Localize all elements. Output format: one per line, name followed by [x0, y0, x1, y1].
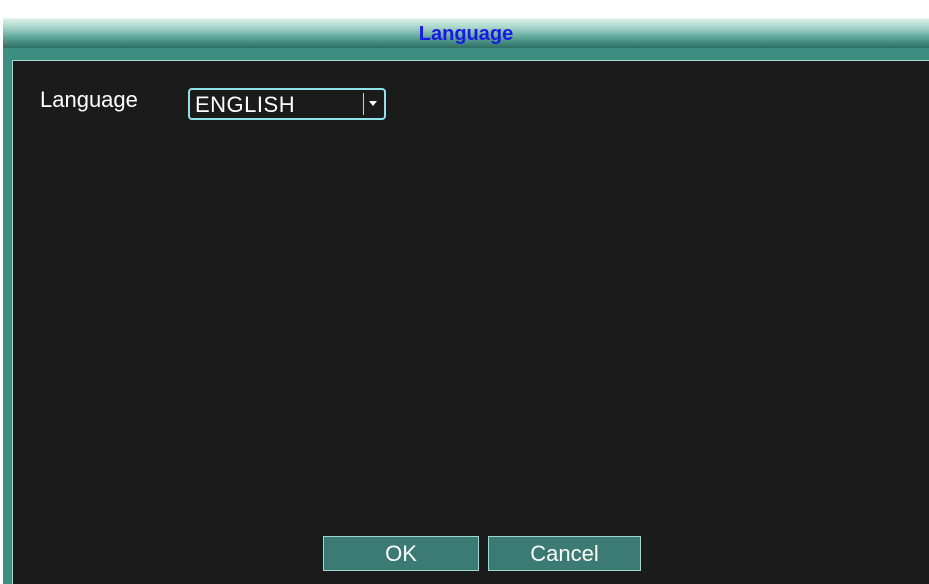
- language-select[interactable]: ENGLISH: [188, 88, 386, 120]
- language-dialog: Language Language ENGLISH OK Cancel: [3, 18, 929, 584]
- cancel-button[interactable]: Cancel: [488, 536, 641, 571]
- title-bar: Language: [3, 18, 929, 48]
- ok-button[interactable]: OK: [323, 536, 479, 571]
- dialog-content: Language ENGLISH OK Cancel: [12, 60, 929, 584]
- dialog-title: Language: [418, 23, 514, 45]
- language-label: Language: [40, 87, 138, 112]
- chevron-down-icon[interactable]: [363, 93, 381, 115]
- dialog-frame: Language ENGLISH OK Cancel: [3, 48, 929, 584]
- language-select-value: ENGLISH: [195, 92, 296, 117]
